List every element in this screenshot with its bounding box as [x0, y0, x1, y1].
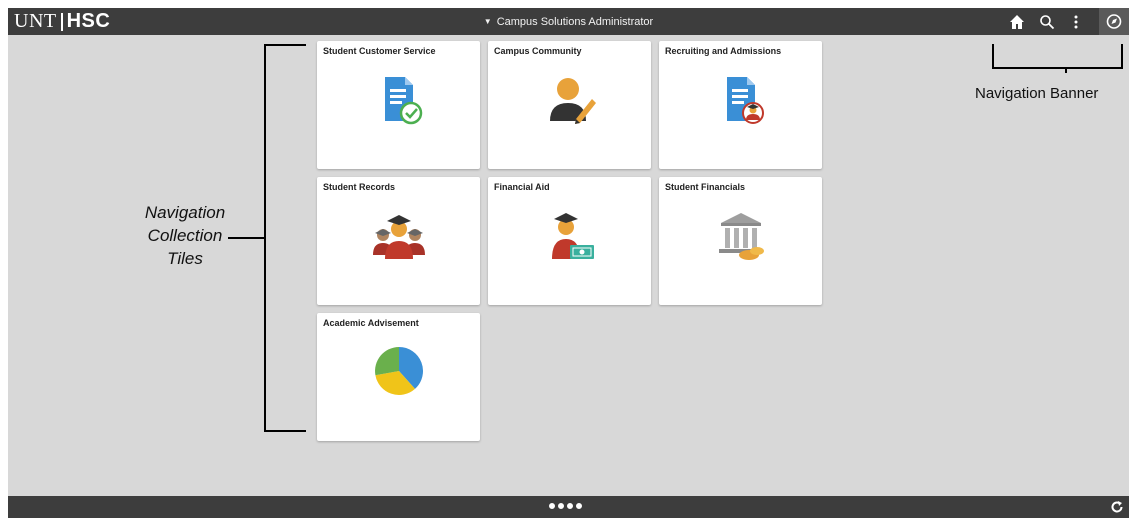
graduates-group-icon	[372, 215, 425, 259]
tile-recruiting-and-admissions[interactable]: Recruiting and Admissions	[659, 41, 822, 169]
graduate-money-icon	[551, 213, 594, 259]
bank-coins-icon	[718, 213, 764, 260]
tile-title: Student Financials	[665, 182, 746, 192]
navigation-banner: UNT HSC ▼ Campus Solutions Administrator	[8, 8, 1129, 35]
page-dot-4[interactable]	[575, 503, 582, 509]
caret-down-icon: ▼	[483, 17, 492, 26]
right-bracket-pointer	[1065, 67, 1067, 73]
tile-financial-aid[interactable]: Financial Aid	[488, 177, 651, 305]
homepage-title: Campus Solutions Administrator	[496, 15, 654, 28]
left-bracket-bottom	[264, 430, 306, 432]
tile-title: Campus Community	[494, 46, 582, 56]
left-bracket-vertical	[264, 44, 266, 431]
tile-academic-advisement[interactable]: Academic Advisement	[317, 313, 480, 441]
page-dot-3[interactable]	[566, 503, 573, 509]
pie-chart-icon	[374, 347, 423, 395]
callout-line-3: Tiles	[167, 249, 203, 268]
tile-title: Recruiting and Admissions	[665, 46, 782, 56]
tile-student-financials[interactable]: Student Financials	[659, 177, 822, 305]
navigation-banner-callout: Navigation Banner	[975, 85, 1099, 102]
homepage-selector[interactable]: ▼ Campus Solutions Administrator	[8, 8, 1129, 35]
page-dot-1[interactable]	[548, 503, 555, 509]
page-footer-bar	[8, 496, 1129, 518]
refresh-icon[interactable]	[1109, 499, 1125, 515]
tile-student-records[interactable]: Student Records	[317, 177, 480, 305]
tile-campus-community[interactable]: Campus Community	[488, 41, 651, 169]
navigation-collection-tiles-callout: Navigation Collection Tiles	[110, 201, 260, 270]
page-indicator	[548, 503, 582, 509]
person-pencil-icon	[549, 78, 596, 124]
right-bracket-left	[992, 44, 994, 68]
right-bracket-right	[1121, 44, 1123, 68]
callout-line-2: Collection	[147, 226, 223, 245]
home-icon[interactable]	[1008, 13, 1026, 31]
page-dot-2[interactable]	[557, 503, 564, 509]
callout-line-1: Navigation	[144, 203, 226, 222]
right-bracket-bottom	[992, 67, 1123, 69]
tile-student-customer-service[interactable]: Student Customer Service	[317, 41, 480, 169]
tile-title: Student Records	[323, 182, 396, 192]
tile-title: Financial Aid	[494, 182, 550, 192]
more-actions-icon[interactable]	[1067, 13, 1085, 31]
tile-title: Academic Advisement	[323, 318, 419, 328]
document-person-icon	[726, 77, 764, 124]
tile-title: Student Customer Service	[323, 46, 436, 56]
left-bracket-top	[264, 44, 306, 46]
document-check-icon	[384, 77, 422, 125]
search-icon[interactable]	[1038, 13, 1056, 31]
navbar-icon[interactable]	[1099, 8, 1129, 35]
